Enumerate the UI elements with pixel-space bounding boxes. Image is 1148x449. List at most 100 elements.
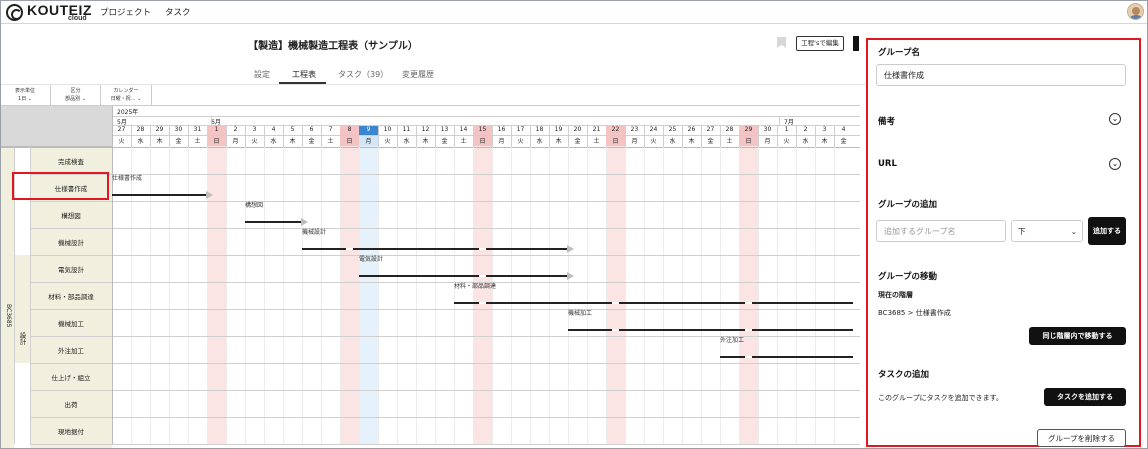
weekday-label: 日 xyxy=(473,136,492,146)
row-label[interactable]: 電気設計 xyxy=(30,255,112,282)
filter-calendar[interactable]: カレンダー 日曜・祝… xyxy=(101,85,152,105)
top-nav: KOUTEIZ cloud プロジェクト タスク xyxy=(0,0,1148,24)
weekday-label: 土 xyxy=(726,138,733,145)
day-number: 31 xyxy=(193,126,202,133)
task-bar-gap xyxy=(473,248,492,250)
weekday-label: 火 xyxy=(783,138,790,145)
weekday-label: 金 xyxy=(840,138,847,145)
holiday-column xyxy=(473,139,492,444)
month-divider xyxy=(779,116,780,125)
weekday-label: 水 xyxy=(403,138,410,145)
day-grid-line xyxy=(302,147,303,444)
avatar[interactable] xyxy=(1127,3,1144,20)
task-bar-gap xyxy=(739,356,758,358)
row-label[interactable]: 機械加工 xyxy=(30,309,112,336)
day-number: 4 xyxy=(271,126,276,133)
task-bar[interactable] xyxy=(454,302,853,304)
row-label[interactable]: 外注加工 xyxy=(30,336,112,363)
day-number: 8 xyxy=(340,126,359,135)
tab-schedule[interactable]: 工程表 xyxy=(292,69,316,80)
day-grid-line xyxy=(682,147,683,444)
group-name-input[interactable]: 仕様書作成 xyxy=(876,64,1126,86)
add-task-button[interactable]: タスクを追加する xyxy=(1044,388,1126,406)
row-divider xyxy=(30,309,860,310)
bar-arrow-icon xyxy=(301,218,308,226)
day-number: 23 xyxy=(630,126,639,133)
day-grid-line xyxy=(492,147,493,444)
filter-unit-value: 1日 xyxy=(0,95,50,103)
day-number: 28 xyxy=(136,126,145,133)
row-label[interactable]: 仕上げ・組立 xyxy=(30,363,112,390)
weekday-label: 日 xyxy=(739,136,758,146)
day-number: 30 xyxy=(174,126,183,133)
day-number: 26 xyxy=(687,126,696,133)
day-number: 9 xyxy=(359,126,378,135)
day-grid-line xyxy=(777,147,778,444)
nav-project[interactable]: プロジェクト xyxy=(100,6,151,18)
url-heading: URL xyxy=(878,159,897,169)
day-number: 12 xyxy=(421,126,430,133)
holiday-column xyxy=(340,139,359,444)
row-label[interactable]: 機械設計 xyxy=(30,228,112,255)
filter-category[interactable]: 区分 部品別 xyxy=(51,85,101,105)
tab-settings[interactable]: 設定 xyxy=(254,69,270,80)
weekday-label: 金 xyxy=(574,138,581,145)
task-bar-gap xyxy=(739,329,758,331)
row-divider xyxy=(30,390,860,391)
weekday-label: 水 xyxy=(536,138,543,145)
position-select[interactable]: 下 ⌄ xyxy=(1011,220,1083,242)
day-number: 5 xyxy=(290,126,295,133)
day-number: 2 xyxy=(803,126,808,133)
current-level-value: BC3685 > 仕様書作成 xyxy=(878,309,951,317)
filter-unit[interactable]: 表示単位 1日 xyxy=(0,85,51,105)
bar-label: 外注加工 xyxy=(720,337,745,344)
weekday-label: 月 xyxy=(232,138,239,145)
task-bar[interactable] xyxy=(112,194,207,196)
group-column xyxy=(14,255,30,363)
row-label[interactable]: 出荷 xyxy=(30,390,112,417)
day-grid-line xyxy=(796,147,797,444)
group-name-heading: グループ名 xyxy=(878,48,920,58)
bar-label: 仕様書作成 xyxy=(112,175,143,182)
bookmark-icon[interactable] xyxy=(777,37,786,48)
task-bar[interactable] xyxy=(359,275,568,277)
day-number: 16 xyxy=(497,126,506,133)
day-grid-line xyxy=(606,147,607,444)
bar-arrow-icon xyxy=(206,191,213,199)
day-grid-line xyxy=(416,147,417,444)
holiday-column xyxy=(207,139,226,444)
tab-tasks[interactable]: タスク（39） xyxy=(338,69,388,80)
tab-history[interactable]: 変更履歴 xyxy=(402,69,434,80)
day-number: 11 xyxy=(402,126,411,133)
header-line xyxy=(112,116,860,117)
move-group-button[interactable]: 同じ階層内で移動する xyxy=(1029,327,1126,345)
weekday-label: 火 xyxy=(251,138,258,145)
bar-arrow-icon xyxy=(567,272,574,280)
current-level-label: 現在の階層 xyxy=(878,291,913,299)
row-label[interactable]: 構想図 xyxy=(30,201,112,228)
add-group-button[interactable]: 追加する xyxy=(1088,217,1126,245)
bar-label: 構想図 xyxy=(245,202,264,209)
nav-task[interactable]: タスク xyxy=(165,6,191,18)
delete-group-button[interactable]: グループを削除する xyxy=(1037,429,1126,447)
add-group-input[interactable]: 追加するグループ名 xyxy=(876,220,1006,242)
weekday-label: 土 xyxy=(593,138,600,145)
row-label[interactable]: 完成検査 xyxy=(30,147,112,174)
export-button[interactable]: 工程'sで編集 xyxy=(796,36,844,51)
task-bar[interactable] xyxy=(245,221,302,223)
row-label[interactable]: 現地据付 xyxy=(30,417,112,444)
filter-category-label: 区分 xyxy=(70,88,81,94)
panel-edge-button xyxy=(853,36,859,51)
task-bar-gap xyxy=(606,302,625,304)
memo-heading: 備考 xyxy=(878,117,896,127)
day-number: 20 xyxy=(573,126,582,133)
chevron-down-icon[interactable]: ⌄ xyxy=(1109,113,1121,125)
header-bottom-line xyxy=(0,147,860,148)
row-label[interactable]: 材料・部品調達 xyxy=(30,282,112,309)
day-grid-line xyxy=(701,147,702,444)
day-grid-line xyxy=(264,147,265,444)
weekday-label: 火 xyxy=(118,138,125,145)
chevron-down-icon[interactable]: ⌄ xyxy=(1109,158,1121,170)
day-number: 7 xyxy=(328,126,333,133)
day-number: 2 xyxy=(233,126,238,133)
